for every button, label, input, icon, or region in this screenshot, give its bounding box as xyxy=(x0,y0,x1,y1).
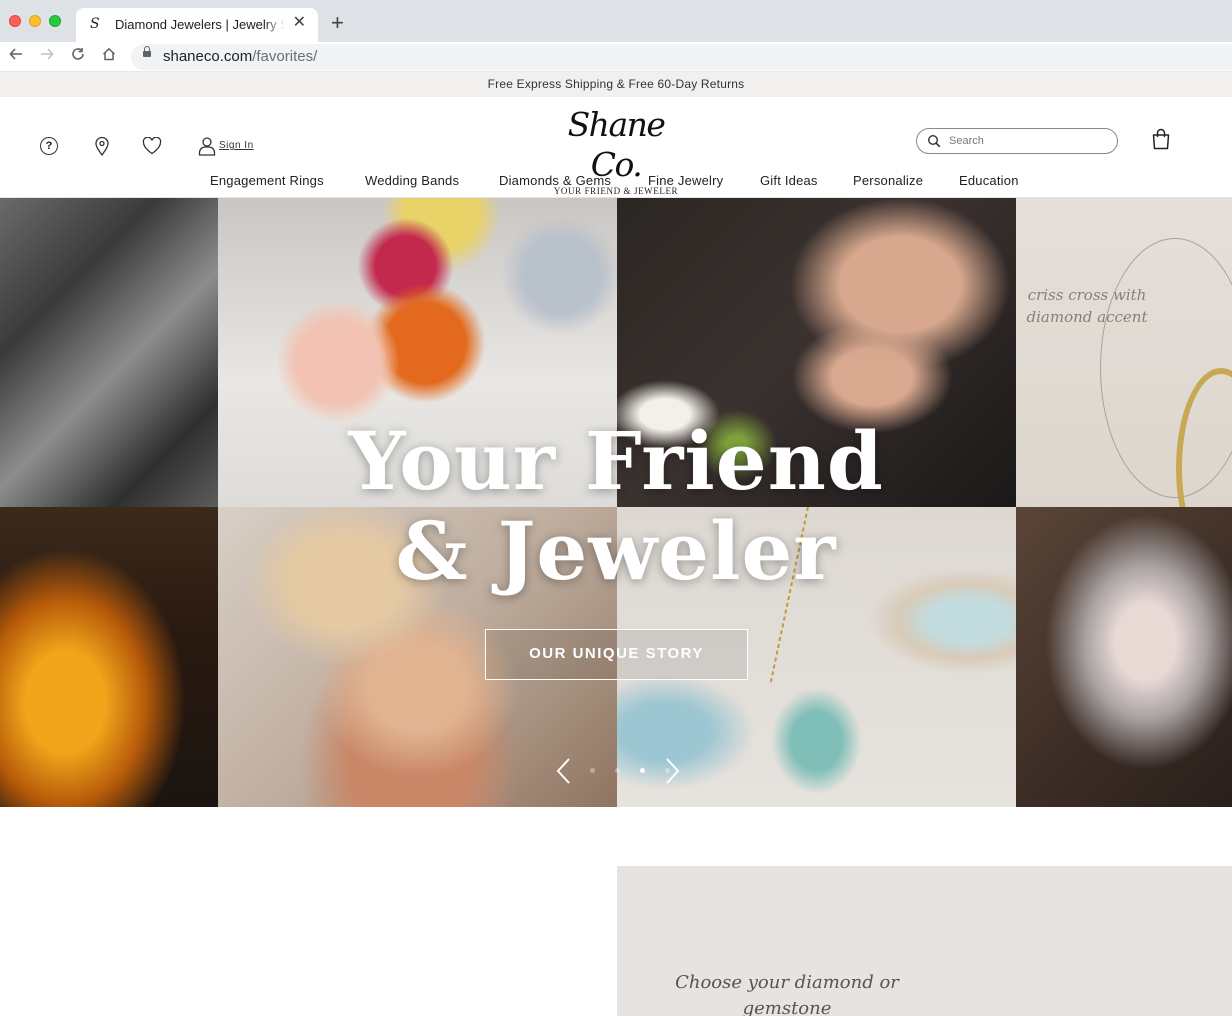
address-bar[interactable]: shaneco.com/favorites/ xyxy=(131,44,1232,70)
url-path: /favorites/ xyxy=(252,48,318,65)
main-navigation: Engagement Rings Wedding Bands Diamonds … xyxy=(0,173,1232,193)
reload-icon[interactable] xyxy=(71,47,85,66)
site-header: ? Sign In Shane Co. YOUR FRIEND & JEWELE… xyxy=(0,97,1232,198)
carousel-next-arrow-icon[interactable] xyxy=(662,756,682,786)
url-text[interactable]: shaneco.com/favorites/ xyxy=(163,48,317,65)
story-note: Choose your diamond or gemstone xyxy=(675,972,899,1016)
carousel-dot[interactable] xyxy=(615,768,620,773)
search-input[interactable] xyxy=(949,132,1109,150)
nav-wedding-bands[interactable]: Wedding Bands xyxy=(365,173,459,188)
nav-education[interactable]: Education xyxy=(959,173,1019,188)
sketch-note: criss cross with diamond accent xyxy=(1026,286,1148,326)
browser-toolbar: shaneco.com/favorites/ xyxy=(0,42,1232,72)
window-minimize-button[interactable] xyxy=(29,15,41,27)
heart-icon[interactable] xyxy=(141,135,163,157)
promo-banner[interactable]: Free Express Shipping & Free 60-Day Retu… xyxy=(0,72,1232,97)
hero-title-line2: & Jeweler xyxy=(395,504,837,598)
carousel-dot-active[interactable] xyxy=(640,768,645,773)
nav-gift-ideas[interactable]: Gift Ideas xyxy=(760,173,818,188)
shopping-bag-icon[interactable] xyxy=(1151,128,1173,152)
hero-title: Your Friend & Jeweler xyxy=(0,416,1232,596)
new-tab-icon[interactable]: + xyxy=(331,12,344,34)
help-icon[interactable]: ? xyxy=(38,135,60,157)
browser-tab-active[interactable]: S Diamond Jewelers | Jewelry Store ✕ xyxy=(76,8,318,42)
window-close-button[interactable] xyxy=(9,15,21,27)
nav-fine-jewelry[interactable]: Fine Jewelry xyxy=(648,173,723,188)
our-unique-story-button[interactable]: OUR UNIQUE STORY xyxy=(485,629,748,680)
forward-arrow-icon[interactable] xyxy=(40,47,54,66)
browser-tabstrip: S Diamond Jewelers | Jewelry Store ✕ + xyxy=(0,0,1232,42)
story-image-panel: Choose your diamond or gemstone xyxy=(617,866,1232,1016)
hero-title-line1: Your Friend xyxy=(348,414,884,508)
tab-close-icon[interactable]: ✕ xyxy=(293,15,306,31)
carousel-dots xyxy=(580,768,670,774)
home-icon[interactable] xyxy=(102,47,116,66)
back-arrow-icon[interactable] xyxy=(9,47,23,66)
search-box[interactable] xyxy=(916,128,1118,154)
location-icon[interactable] xyxy=(91,135,113,157)
nav-personalize[interactable]: Personalize xyxy=(853,173,923,188)
sign-in-link[interactable]: Sign In xyxy=(219,140,254,151)
search-icon[interactable] xyxy=(927,134,941,148)
hero-carousel: criss cross with diamond accent Your Fri… xyxy=(0,198,1232,807)
lock-icon xyxy=(143,46,151,57)
carousel-prev-arrow-icon[interactable] xyxy=(554,756,574,786)
carousel-dot[interactable] xyxy=(590,768,595,773)
nav-engagement-rings[interactable]: Engagement Rings xyxy=(210,173,324,188)
nav-diamonds-gems[interactable]: Diamonds & Gems xyxy=(499,173,611,188)
url-domain: shaneco.com xyxy=(163,48,253,65)
tab-title: Diamond Jewelers | Jewelry Store xyxy=(115,17,285,32)
user-icon[interactable] xyxy=(196,135,218,157)
window-maximize-button[interactable] xyxy=(49,15,61,27)
tab-favicon-icon: S xyxy=(90,16,100,32)
